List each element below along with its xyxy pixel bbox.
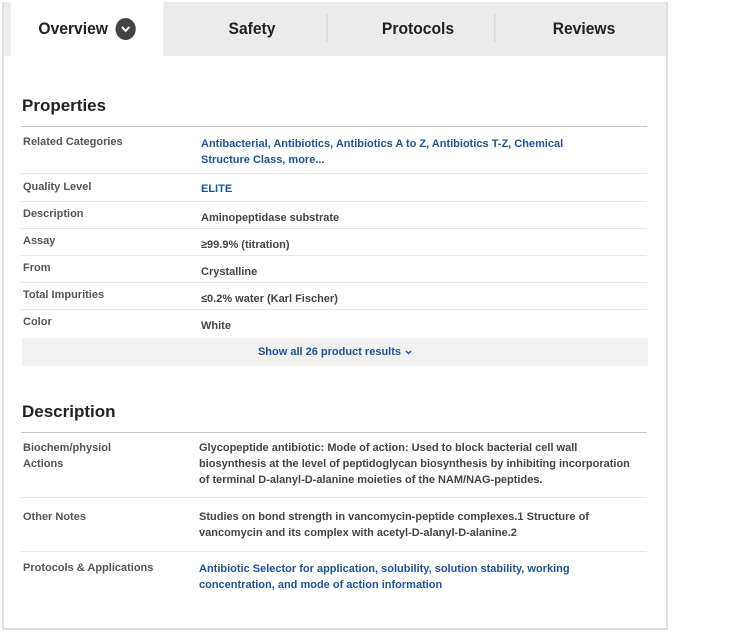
quality-level-link[interactable]: ELITE [201, 181, 232, 197]
description-text: Glycopeptide antibiotic: Mode of action:… [199, 442, 578, 454]
property-value: ≤0.2% water (Karl Fischer) [201, 293, 338, 305]
row-divider [21, 309, 647, 310]
description-label: Actions [23, 458, 64, 470]
tab-divider [326, 14, 328, 42]
description-label: Biochem/physiol [23, 442, 112, 454]
row-divider [21, 551, 647, 552]
tab-protocols[interactable]: Protocols [341, 2, 496, 56]
related-categories-more-link[interactable]: Structure Class, more... [201, 152, 325, 168]
antibiotic-selector-link[interactable]: Antibiotic Selector for application, sol… [199, 561, 570, 577]
chevron-down-icon [405, 346, 412, 358]
row-divider [21, 228, 647, 229]
divider [21, 126, 647, 127]
property-value: Crystalline [201, 266, 258, 278]
product-detail-panel: Overview Safety Protocols Reviews Proper… [2, 2, 668, 630]
row-divider [21, 255, 647, 256]
description-text: vancomycin and its complex with acetyl-D… [199, 527, 517, 539]
divider [21, 432, 647, 433]
row-divider [21, 201, 647, 202]
row-divider [21, 282, 647, 283]
description-label: Other Notes [23, 511, 86, 523]
tab-reviews-label: Reviews [552, 19, 616, 38]
description-text: biosynthesis at the level of peptidoglyc… [199, 458, 630, 470]
description-label: Protocols & Applications [23, 562, 154, 574]
tab-overview-label: Overview [38, 19, 108, 38]
property-value: White [201, 320, 231, 332]
tab-safety-label: Safety [228, 19, 276, 38]
description-text: Studies on bond strength in vancomycin-p… [199, 511, 589, 523]
related-categories-link[interactable]: Antibacterial, Antibiotics, Antibiotics … [201, 136, 563, 152]
show-all-label: Show all 26 product results [257, 346, 402, 358]
tab-divider [494, 14, 496, 42]
description-heading: Description [22, 402, 116, 421]
property-label: Quality Level [23, 181, 92, 193]
property-value: ≥99.9% (titration) [201, 239, 290, 251]
property-label: Related Categories [23, 136, 123, 148]
tab-reviews[interactable]: Reviews [509, 2, 660, 56]
property-label: Color [23, 316, 52, 328]
property-label: Assay [23, 235, 56, 247]
tab-safety[interactable]: Safety [177, 2, 328, 56]
show-all-results-button[interactable]: Show all 26 product results [22, 338, 648, 366]
property-label: From [23, 262, 51, 274]
description-text: of terminal D-alanyl-D-alanine moieties … [199, 474, 543, 486]
tab-protocols-label: Protocols [381, 19, 455, 38]
property-label: Description [23, 208, 84, 220]
row-divider [21, 173, 647, 174]
property-label: Total Impurities [23, 289, 105, 301]
property-value: Aminopeptidase substrate [201, 212, 340, 224]
chevron-down-icon[interactable] [115, 18, 136, 40]
properties-heading: Properties [22, 96, 107, 115]
antibiotic-selector-link[interactable]: concentration, and mode of action inform… [199, 577, 442, 593]
tab-overview[interactable]: Overview [10, 2, 164, 56]
row-divider [21, 497, 647, 498]
tab-bar: Overview Safety Protocols Reviews [4, 2, 666, 56]
